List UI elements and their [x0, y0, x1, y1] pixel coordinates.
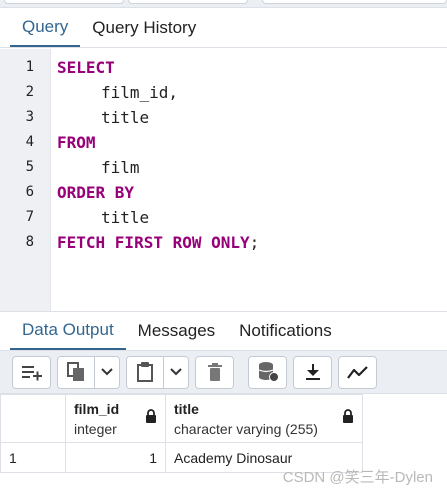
download-icon — [305, 364, 320, 380]
column-type: character varying (255) — [174, 421, 318, 437]
chevron-down-icon — [170, 368, 182, 376]
sql-keyword: FROM — [57, 133, 96, 152]
paste-options-button[interactable] — [164, 356, 188, 388]
save-data-button[interactable] — [249, 356, 286, 388]
watermark: CSDN @笑三年-Dylen — [282, 469, 433, 486]
sql-keyword: SELECT — [57, 58, 115, 77]
tab-data-output[interactable]: Data Output — [10, 312, 126, 350]
tab-messages[interactable]: Messages — [126, 312, 227, 350]
code-line: film — [57, 155, 447, 180]
tab-notifications[interactable]: Notifications — [227, 312, 344, 350]
sql-identifier: title — [101, 208, 150, 227]
sql-keyword: ORDER BY — [57, 183, 135, 202]
copy-icon — [67, 362, 84, 381]
top-toolbar-strip — [0, 0, 447, 8]
line-number: 6 — [25, 184, 34, 200]
data-output-toolbar — [0, 351, 447, 394]
line-number: 4 — [25, 134, 34, 150]
paste-icon — [137, 362, 153, 382]
line-number: 7 — [25, 209, 34, 225]
download-button[interactable] — [294, 356, 331, 388]
line-number: 1 — [25, 59, 34, 75]
output-tabs: Data Output Messages Notifications — [0, 311, 447, 351]
line-number: 3 — [25, 109, 34, 125]
code-line: ORDER BY — [57, 180, 447, 205]
cell-film-id[interactable]: 1 — [65, 442, 166, 473]
line-number-gutter: 1 2 3 4 5 6 7 8 — [0, 49, 51, 311]
graph-group — [338, 355, 377, 389]
copy-button[interactable] — [58, 356, 95, 388]
toolbar-fragment — [4, 0, 124, 4]
result-table: film_id integer title character varying … — [0, 394, 363, 473]
table-header-row: film_id integer title character varying … — [0, 394, 363, 443]
sql-identifier: film_id, — [101, 83, 179, 102]
delete-button[interactable] — [196, 356, 233, 388]
code-line: FROM — [57, 130, 447, 155]
code-line: FETCH FIRST ROW ONLY; — [57, 230, 447, 255]
graph-icon — [346, 366, 368, 379]
code-line: title — [57, 205, 447, 230]
row-number-header — [0, 394, 66, 443]
toolbar-fragment — [262, 0, 447, 4]
toolbar-fragment — [128, 0, 248, 4]
tab-query[interactable]: Query — [10, 8, 81, 47]
column-header-film-id[interactable]: film_id integer — [65, 394, 166, 443]
code-line: SELECT — [57, 55, 447, 80]
graph-visualiser-button[interactable] — [339, 356, 376, 388]
sql-identifier: title — [101, 108, 150, 127]
tab-query-history[interactable]: Query History — [80, 8, 208, 47]
chevron-down-icon — [101, 368, 113, 376]
editor-tabs: Query Query History — [0, 8, 447, 48]
add-row-button[interactable] — [13, 356, 50, 388]
save-data-icon — [258, 362, 279, 382]
line-number: 5 — [25, 159, 34, 175]
sql-identifier: film — [101, 158, 140, 177]
lock-icon — [343, 409, 353, 423]
paste-button[interactable] — [127, 356, 164, 388]
paste-group — [126, 355, 189, 389]
line-number: 8 — [25, 234, 34, 250]
delete-group — [195, 355, 234, 389]
column-name: title — [174, 401, 199, 417]
copy-options-button[interactable] — [95, 356, 119, 388]
download-group — [293, 355, 332, 389]
save-data-group — [248, 355, 287, 389]
delete-icon — [207, 363, 222, 381]
code-line: film_id, — [57, 80, 447, 105]
code-line: title — [57, 105, 447, 130]
lock-icon — [146, 409, 156, 423]
row-number[interactable]: 1 — [0, 442, 66, 473]
sql-terminator: ; — [249, 233, 260, 252]
line-number: 2 — [25, 84, 34, 100]
column-header-title[interactable]: title character varying (255) — [165, 394, 363, 443]
add-row-group — [12, 355, 51, 389]
code-area[interactable]: SELECT film_id, title FROM film ORDER BY… — [51, 49, 447, 311]
add-row-icon — [21, 366, 42, 381]
sql-editor[interactable]: 1 2 3 4 5 6 7 8 SELECT film_id, title FR… — [0, 49, 447, 311]
copy-group — [57, 355, 120, 389]
sql-keyword: FETCH FIRST ROW ONLY — [57, 233, 250, 252]
